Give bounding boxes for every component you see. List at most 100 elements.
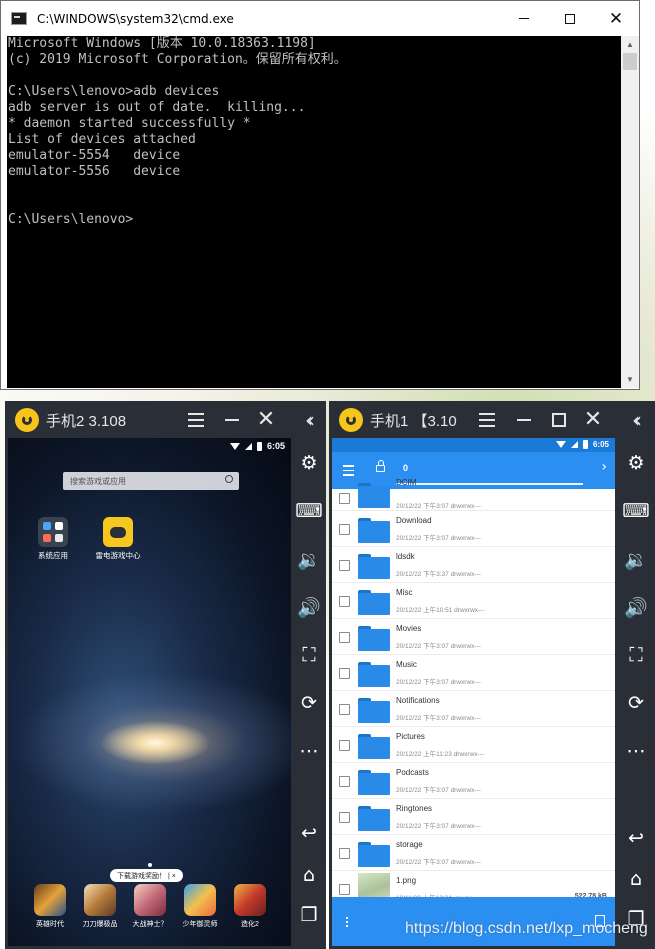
file-row[interactable]: storage 20/12/22 下午3:07 drwxrwx--- xyxy=(332,835,615,871)
row-checkbox[interactable] xyxy=(339,524,350,535)
console-line: * daemon started successfully * xyxy=(8,116,251,131)
screenshot-icon[interactable]: ⛶ xyxy=(621,640,651,670)
close-button[interactable]: ✕ xyxy=(578,405,608,435)
close-button[interactable]: ✕ xyxy=(593,1,639,36)
close-button[interactable]: ✕ xyxy=(251,405,281,435)
volume-down-icon[interactable]: 🔉 xyxy=(621,544,651,574)
emulator-titlebar[interactable]: 手机2 3.108 ✕ ‹‹ xyxy=(5,401,326,438)
overflow-menu-icon[interactable] xyxy=(346,917,348,927)
dock-game[interactable]: 大战神士？ xyxy=(125,884,175,929)
app-game-center[interactable]: 雷电游戏中心 xyxy=(92,517,144,561)
file-row[interactable]: Ringtones 20/12/22 下午3:07 drwxrwx--- xyxy=(332,799,615,835)
hamburger-menu-icon[interactable] xyxy=(343,465,354,476)
ldplayer-logo-icon xyxy=(339,408,363,432)
record-icon[interactable]: ⟳ xyxy=(294,688,324,718)
file-row[interactable]: Pictures 20/12/22 上午11:23 drwxrwx--- xyxy=(332,727,615,763)
system-apps-folder-icon xyxy=(38,517,68,547)
cmd-titlebar[interactable]: C:\WINDOWS\system32\cmd.exe ✕ xyxy=(1,1,639,36)
close-icon: ✕ xyxy=(583,407,603,432)
app-search-bar[interactable]: 搜索游戏或应用 xyxy=(63,472,239,490)
promo-banner[interactable]: 下载游戏奖励！ | × xyxy=(110,869,183,882)
console-prompt[interactable]: C:\Users\lenovo> xyxy=(7,212,621,228)
settings-gear-icon[interactable]: ⚙ xyxy=(621,448,651,478)
search-placeholder: 搜索游戏或应用 xyxy=(70,477,126,486)
file-meta: 20/12/22 上午10:51 drwxrwx--- xyxy=(396,607,485,614)
file-row[interactable]: Notifications 20/12/22 下午3:07 drwxrwx--- xyxy=(332,691,615,727)
minimize-button[interactable] xyxy=(217,405,247,435)
folder-icon xyxy=(358,518,390,543)
file-row[interactable]: Podcasts 20/12/22 下午3:07 drwxrwx--- xyxy=(332,763,615,799)
file-row[interactable]: Music 20/12/22 下午3:07 drwxrwx--- xyxy=(332,655,615,691)
game-icon xyxy=(234,884,266,916)
file-row[interactable]: ldsdk 20/12/22 下午3:37 drwxrwx--- xyxy=(332,547,615,583)
android-screen[interactable]: 6:05 搜索游戏或应用 系统应用 雷电游戏中心 下载游戏奖励！ | × 英雄时… xyxy=(8,438,291,946)
row-checkbox[interactable] xyxy=(339,632,350,643)
file-row[interactable]: Misc 20/12/22 上午10:51 drwxrwx--- xyxy=(332,583,615,619)
file-row[interactable]: Download 20/12/22 下午3:07 drwxrwx--- xyxy=(332,511,615,547)
emulator-title: 手机1 【3.10 xyxy=(370,413,457,430)
record-icon[interactable]: ⟳ xyxy=(621,688,651,718)
file-name: Ringtones xyxy=(396,804,433,813)
scroll-up-icon[interactable]: ▲ xyxy=(621,36,639,53)
settings-gear-icon[interactable]: ⚙ xyxy=(294,448,324,478)
emulator-titlebar[interactable]: 手机1 【3.10 ✕ ‹‹ xyxy=(329,401,655,438)
back-icon[interactable]: ↩ xyxy=(294,818,324,848)
menu-button[interactable] xyxy=(472,405,502,435)
menu-icon-bar xyxy=(479,419,495,421)
dock-game[interactable]: 刀刀爆极品 xyxy=(75,884,125,929)
file-meta: 20/12/22 下午3:07 drwxrwx--- xyxy=(396,535,481,542)
recent-apps-icon[interactable]: ❐ xyxy=(294,900,324,930)
file-meta: 20/12/22 下午3:07 drwxrwx--- xyxy=(396,643,481,650)
file-row[interactable]: DCIM 20/12/22 下午3:07 drwxrwx--- xyxy=(332,475,615,511)
keyboard-icon[interactable]: ⌨ xyxy=(621,496,651,526)
row-checkbox[interactable] xyxy=(339,596,350,607)
game-label: 少年御灵师 xyxy=(182,921,218,928)
folder-icon xyxy=(358,842,390,867)
dock-game[interactable]: 英雄时代 xyxy=(25,884,75,929)
scrollbar-thumb[interactable] xyxy=(623,53,637,70)
home-icon[interactable]: ⌂ xyxy=(294,860,324,890)
row-checkbox[interactable] xyxy=(339,812,350,823)
scroll-down-icon[interactable]: ▼ xyxy=(621,371,639,388)
more-icon[interactable]: ⋯ xyxy=(621,736,651,766)
lock-icon[interactable] xyxy=(376,460,385,472)
back-icon[interactable]: ↩ xyxy=(621,823,651,853)
row-checkbox[interactable] xyxy=(339,740,350,751)
row-checkbox[interactable] xyxy=(339,493,350,504)
minimize-button[interactable] xyxy=(509,405,539,435)
keyboard-icon[interactable]: ⌨ xyxy=(294,496,324,526)
row-checkbox[interactable] xyxy=(339,848,350,859)
row-checkbox[interactable] xyxy=(339,560,350,571)
maximize-icon xyxy=(552,413,566,427)
screenshot-icon[interactable]: ⛶ xyxy=(294,640,324,670)
blog-watermark: https://blog.csdn.net/lxp_mocheng xyxy=(405,920,648,937)
maximize-button[interactable] xyxy=(544,405,574,435)
minimize-icon xyxy=(225,419,239,421)
home-icon[interactable]: ⌂ xyxy=(621,864,651,894)
dock-game[interactable]: 少年御灵师 xyxy=(175,884,225,929)
more-icon[interactable]: ⋯ xyxy=(294,736,324,766)
menu-button[interactable] xyxy=(181,405,211,435)
collapse-sidebar-button[interactable]: ‹‹ xyxy=(292,405,322,435)
volume-down-icon[interactable]: 🔉 xyxy=(294,544,324,574)
menu-icon-bar xyxy=(188,425,204,427)
app-system-apps[interactable]: 系统应用 xyxy=(27,517,79,561)
row-checkbox[interactable] xyxy=(339,776,350,787)
android-screen[interactable]: 6:05 0 › DCIM 20/12/22 下午3:07 drwxrwx--- xyxy=(332,438,615,946)
file-row[interactable]: Movies 20/12/22 下午3:07 drwxrwx--- xyxy=(332,619,615,655)
row-checkbox[interactable] xyxy=(339,884,350,895)
row-checkbox[interactable] xyxy=(339,668,350,679)
collapse-sidebar-button[interactable]: ‹‹ xyxy=(619,405,649,435)
maximize-button[interactable] xyxy=(547,1,593,36)
console-output[interactable]: Microsoft Windows [版本 10.0.18363.1198] (… xyxy=(7,36,621,388)
app-label: 雷电游戏中心 xyxy=(95,551,141,560)
volume-up-icon[interactable]: 🔊 xyxy=(294,592,324,622)
chevron-right-icon[interactable]: › xyxy=(601,459,607,475)
volume-up-icon[interactable]: 🔊 xyxy=(621,592,651,622)
row-checkbox[interactable] xyxy=(339,704,350,715)
minimize-button[interactable] xyxy=(501,1,547,36)
file-meta: 20/12/22 下午3:07 drwxrwx--- xyxy=(396,859,481,866)
vertical-scrollbar[interactable]: ▲ ▼ xyxy=(621,36,639,388)
dock-game[interactable]: 造化2 xyxy=(225,884,275,929)
